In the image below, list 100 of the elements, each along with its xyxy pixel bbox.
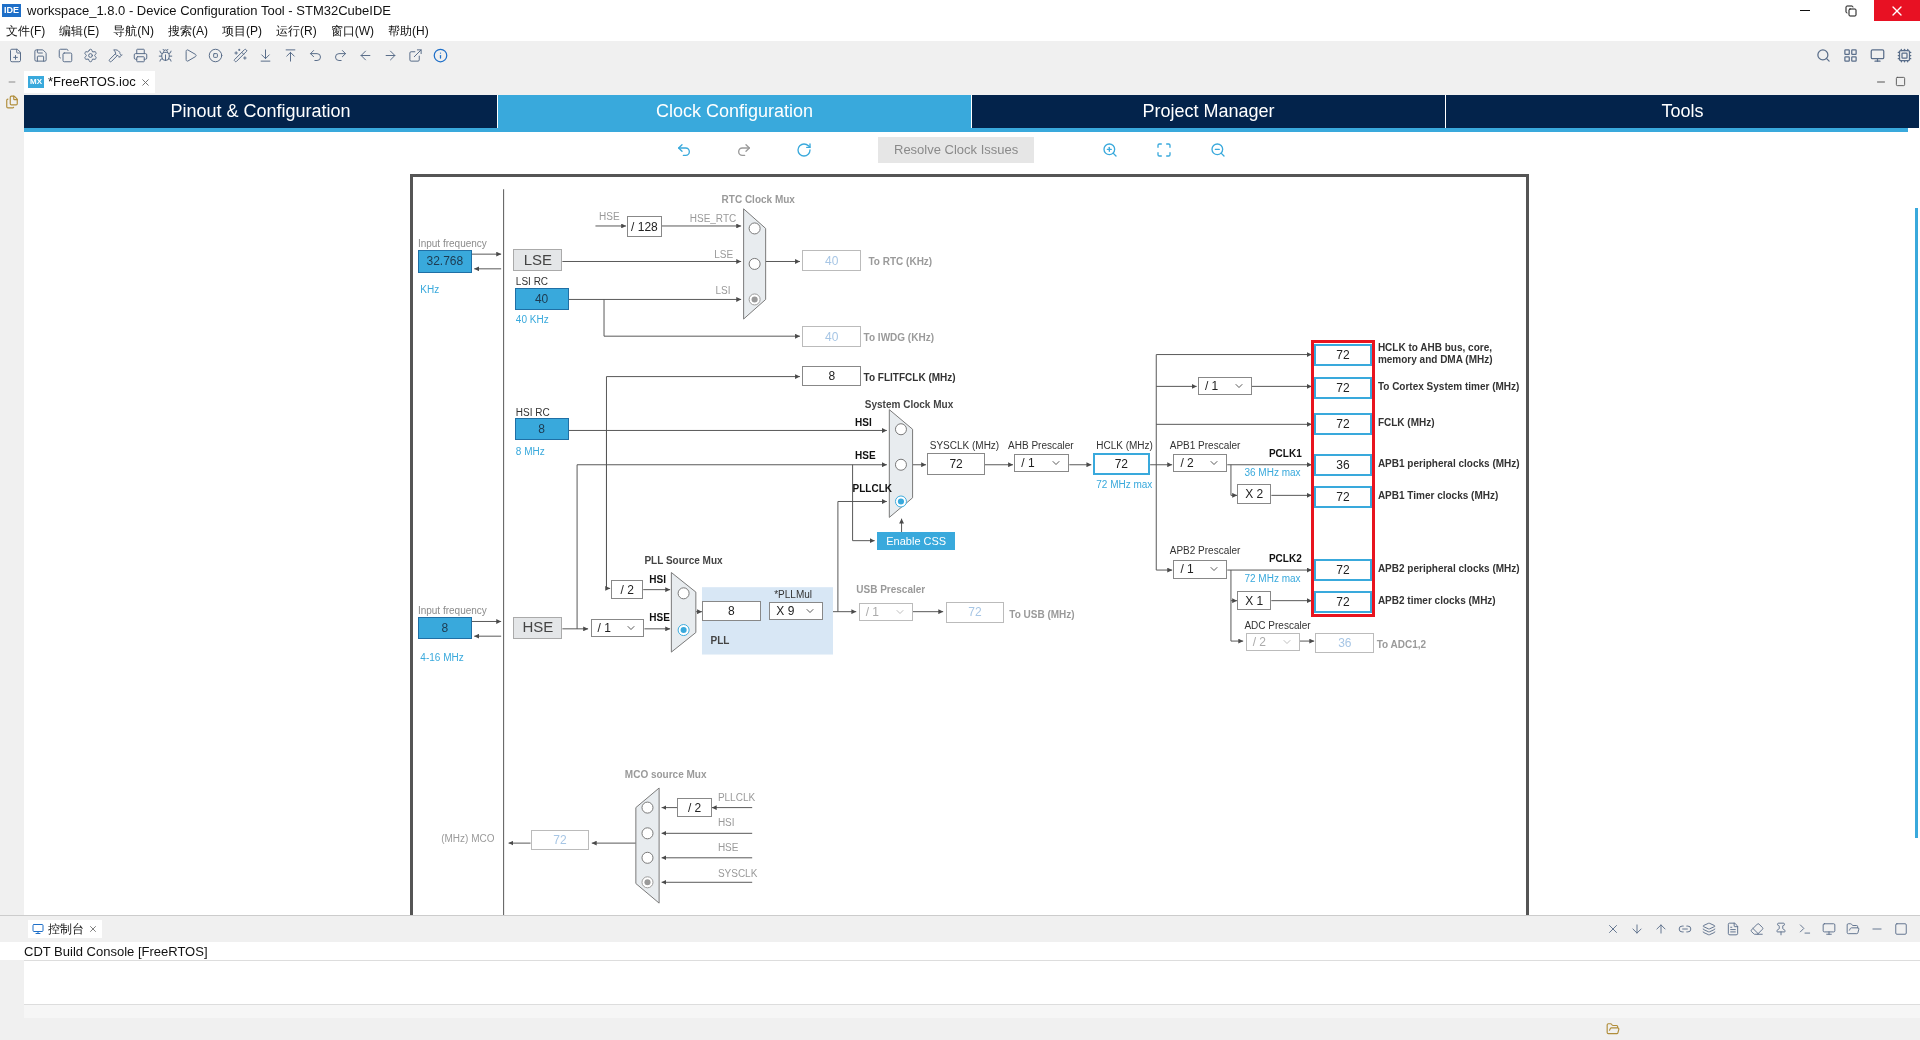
upload-icon[interactable] xyxy=(283,47,298,63)
value-field[interactable]: 8 xyxy=(802,365,862,387)
prescaler-dropdown[interactable]: / 1 xyxy=(1197,376,1252,395)
output-value-field[interactable]: 72 xyxy=(1314,485,1372,508)
download-icon[interactable] xyxy=(258,47,273,63)
play-icon[interactable] xyxy=(183,47,198,63)
radio-button[interactable] xyxy=(677,587,690,600)
wand-icon[interactable] xyxy=(233,47,248,63)
output-value-field[interactable]: 72 xyxy=(1314,376,1372,399)
radio-button[interactable] xyxy=(894,423,907,436)
output-value-field[interactable]: 36 xyxy=(1314,453,1372,476)
prescaler-dropdown[interactable]: / 1 xyxy=(590,619,645,638)
prescaler-dropdown[interactable]: / 1 xyxy=(1173,560,1228,579)
frequency-hint: 36 MHz max xyxy=(1244,465,1301,480)
frequency-input[interactable]: 40 xyxy=(514,288,569,311)
menu-item[interactable]: 导航(N) xyxy=(113,22,154,40)
menu-item[interactable]: 搜索(A) xyxy=(168,22,208,40)
signal-label: HSE xyxy=(599,211,620,223)
prescaler-dropdown[interactable]: / 2 xyxy=(1173,453,1228,473)
radio-button[interactable] xyxy=(894,495,907,508)
perspective-icon[interactable] xyxy=(1843,47,1858,63)
output-label: To FLITFCLK (MHz) xyxy=(863,371,956,386)
terminal-icon[interactable] xyxy=(1798,922,1812,936)
output-value-field[interactable]: 72 xyxy=(1314,343,1372,366)
redo-icon[interactable] xyxy=(333,47,348,63)
menu-item[interactable]: 项目(P) xyxy=(222,22,262,40)
scrollbar-thumb[interactable] xyxy=(1915,208,1918,838)
menu-item[interactable]: 编辑(E) xyxy=(59,22,100,40)
value-field[interactable]: X 2 xyxy=(1237,484,1272,504)
value-field[interactable]: 72 xyxy=(927,452,985,475)
output-value-field[interactable]: 72 xyxy=(1314,559,1372,582)
frequency-hint: 72 MHz max xyxy=(1096,478,1153,492)
pin-icon[interactable] xyxy=(1774,922,1788,936)
forward-icon[interactable] xyxy=(383,47,398,63)
value-field[interactable]: 8 xyxy=(701,600,761,622)
output-value-field[interactable]: 72 xyxy=(1314,413,1372,436)
menu-item[interactable]: 帮助(H) xyxy=(388,22,429,40)
menu-item[interactable]: 运行(R) xyxy=(276,22,317,40)
new-file-icon[interactable] xyxy=(8,47,23,63)
close-button[interactable] xyxy=(1874,0,1920,21)
arrow-up-icon[interactable] xyxy=(1654,922,1668,936)
diagram-label: HCLK (MHz) xyxy=(1096,438,1153,453)
output-label: APB2 peripheral clocks (MHz) xyxy=(1377,563,1520,576)
editor-tab[interactable]: MX *FreeRTOS.ioc xyxy=(24,71,155,93)
undo-icon[interactable] xyxy=(676,142,692,158)
value-field[interactable]: / 128 xyxy=(627,216,662,237)
stop-icon[interactable] xyxy=(208,47,223,63)
info-icon[interactable] xyxy=(433,47,448,63)
back-icon[interactable] xyxy=(358,47,373,63)
monitor-icon[interactable] xyxy=(1822,922,1836,936)
arrow-down-icon[interactable] xyxy=(1630,922,1644,936)
frequency-input[interactable]: 8 xyxy=(514,418,569,441)
frequency-hint: 4-16 MHz xyxy=(420,650,464,665)
menu-item[interactable]: 窗口(W) xyxy=(330,22,374,40)
value-field[interactable]: X 1 xyxy=(1237,590,1272,611)
oscillator-box: LSE xyxy=(513,249,563,272)
output-value-field[interactable]: 72 xyxy=(1314,590,1372,613)
save-all-icon[interactable] xyxy=(58,47,73,63)
menu-item[interactable]: 文件(F) xyxy=(6,22,46,40)
search-icon[interactable] xyxy=(1816,47,1831,63)
layers-icon[interactable] xyxy=(1702,922,1716,936)
file-icon[interactable] xyxy=(1726,922,1740,936)
undo-icon[interactable] xyxy=(308,47,323,63)
redo-icon[interactable] xyxy=(736,142,752,158)
frequency-input[interactable]: 8 xyxy=(417,616,472,639)
app-icon: IDE xyxy=(2,3,21,18)
chip-icon[interactable] xyxy=(1897,47,1912,63)
zoom-out-icon[interactable] xyxy=(1210,142,1227,158)
maximize-icon[interactable] xyxy=(1894,922,1908,936)
output-label: To USB (MHz) xyxy=(1009,607,1075,622)
hammer-icon[interactable] xyxy=(108,47,123,63)
folder-icon[interactable] xyxy=(1606,1022,1620,1036)
close-icon[interactable] xyxy=(139,76,151,88)
reset-icon[interactable] xyxy=(796,142,812,158)
files-icon[interactable] xyxy=(5,95,19,109)
close-icon[interactable] xyxy=(1606,922,1620,936)
radio-button[interactable] xyxy=(677,624,690,637)
prescaler-dropdown[interactable]: / 1 xyxy=(1014,453,1070,473)
external-link-icon[interactable] xyxy=(408,47,423,63)
frequency-input[interactable]: 32.768 xyxy=(417,250,472,273)
maximize-icon[interactable] xyxy=(1895,76,1906,87)
output-label: FCLK (MHz) xyxy=(1377,417,1435,430)
value-field[interactable]: 72 xyxy=(1092,452,1151,475)
eraser-icon[interactable] xyxy=(1750,922,1764,936)
monitor-icon[interactable] xyxy=(1870,47,1885,63)
folder-icon[interactable] xyxy=(1846,922,1860,936)
value-field[interactable]: / 2 xyxy=(677,797,712,818)
radio-button[interactable] xyxy=(894,458,907,471)
printer-icon[interactable] xyxy=(133,47,148,63)
gear-icon[interactable] xyxy=(83,47,98,63)
save-icon[interactable] xyxy=(33,47,48,63)
fit-icon[interactable] xyxy=(1156,142,1173,158)
console-tab[interactable]: 控制台 xyxy=(28,920,102,938)
link-icon[interactable] xyxy=(1678,922,1692,936)
close-icon[interactable] xyxy=(88,924,98,934)
value-field: 72 xyxy=(530,829,590,851)
value-field[interactable]: / 2 xyxy=(611,579,644,600)
zoom-in-icon[interactable] xyxy=(1102,142,1119,158)
horizontal-scrollbar[interactable] xyxy=(24,1004,1920,1018)
bug-icon[interactable] xyxy=(158,47,173,63)
